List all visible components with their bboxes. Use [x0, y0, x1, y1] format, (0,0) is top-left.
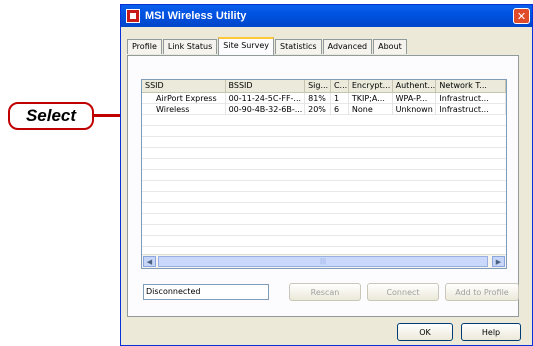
tab-statistics[interactable]: Statistics [275, 39, 322, 54]
cell-authentication: Unknown [393, 104, 437, 115]
tab-advanced[interactable]: Advanced [322, 39, 373, 54]
tab-about[interactable]: About [373, 39, 407, 54]
network-list[interactable]: SSID BSSID Sig... C... Encrypt... Authen… [141, 79, 507, 269]
add-to-profile-button[interactable]: Add to Profile [445, 283, 519, 301]
close-button[interactable]: ✕ [513, 8, 530, 24]
cell-bssid: 00-11-24-5C-FF-... [226, 93, 306, 104]
cell-channel: 6 [331, 104, 349, 115]
column-header-encryption[interactable]: Encrypt... [349, 80, 393, 92]
close-icon: ✕ [516, 9, 527, 23]
column-header-channel[interactable]: C... [331, 80, 349, 92]
list-header: SSID BSSID Sig... C... Encrypt... Authen… [142, 80, 506, 93]
chevron-left-icon: ◀ [146, 257, 153, 266]
tab-site-survey[interactable]: Site Survey [218, 37, 275, 55]
callout-label: Select [25, 106, 77, 125]
network-row-airport-express[interactable]: AirPort Express 00-11-24-5C-FF-... 81% 1… [142, 93, 506, 104]
tab-profile[interactable]: Profile [127, 39, 162, 54]
grip-icon: ||| [319, 258, 327, 265]
scroll-right-button[interactable]: ▶ [492, 256, 505, 267]
network-row-wireless[interactable]: Wireless 00-90-4B-32-6B-... 20% 6 None U… [142, 104, 506, 115]
cell-network-type: Infrastruct... [436, 93, 506, 104]
cell-encryption: None [349, 104, 393, 115]
list-grid-lines [142, 93, 506, 254]
rescan-button[interactable]: Rescan [289, 283, 361, 301]
connect-button[interactable]: Connect [367, 283, 439, 301]
select-callout: Select [8, 102, 94, 130]
cell-authentication: WPA-P... [393, 93, 437, 104]
scroll-thumb[interactable]: ||| [158, 256, 488, 267]
tab-link-status[interactable]: Link Status [162, 39, 218, 54]
msi-app-icon [126, 9, 140, 23]
wireless-utility-window: MSI Wireless Utility ✕ Profile Link Stat… [120, 4, 533, 346]
cell-bssid: 00-90-4B-32-6B-... [226, 104, 306, 115]
column-header-signal[interactable]: Sig... [305, 80, 331, 92]
cell-channel: 1 [331, 93, 349, 104]
title-bar[interactable]: MSI Wireless Utility ✕ [121, 5, 532, 27]
column-header-network-type[interactable]: Network T... [436, 80, 506, 92]
column-header-ssid[interactable]: SSID [142, 80, 226, 92]
tab-strip: Profile Link Status Site Survey Statisti… [127, 37, 408, 55]
cell-network-type: Infrastruct... [436, 104, 506, 115]
cell-signal: 81% [305, 93, 331, 104]
scroll-left-button[interactable]: ◀ [143, 256, 156, 267]
cell-ssid: AirPort Express [142, 93, 226, 104]
cell-encryption: TKIP;A... [349, 93, 393, 104]
connection-status-field: Disconnected [143, 284, 269, 300]
chevron-right-icon: ▶ [495, 257, 502, 266]
horizontal-scrollbar[interactable]: ◀ ||| ▶ [142, 254, 506, 268]
help-button[interactable]: Help [461, 323, 521, 341]
column-header-authentication[interactable]: Authent... [393, 80, 437, 92]
window-title: MSI Wireless Utility [145, 10, 247, 22]
ok-button[interactable]: OK [397, 323, 453, 341]
cell-ssid: Wireless [142, 104, 226, 115]
cell-signal: 20% [305, 104, 331, 115]
column-header-bssid[interactable]: BSSID [226, 80, 306, 92]
